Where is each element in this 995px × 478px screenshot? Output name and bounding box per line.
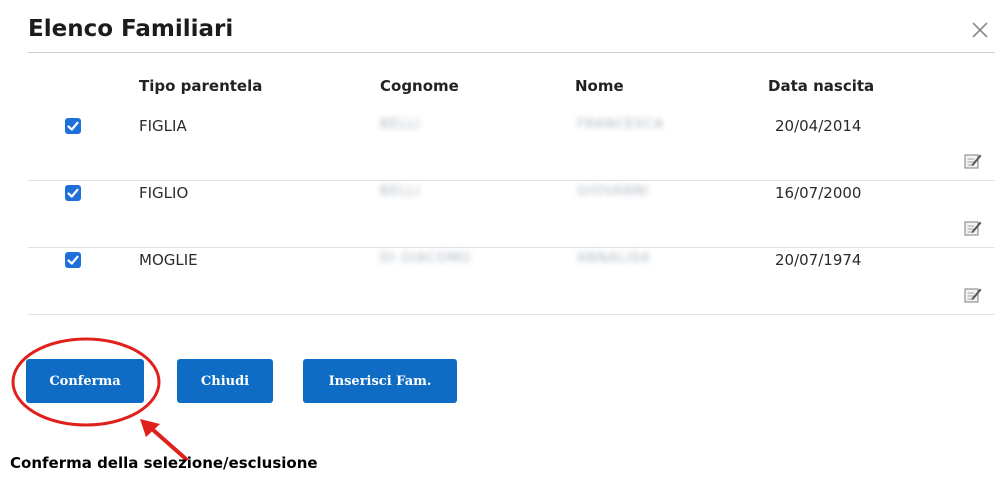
- cell-relation: FIGLIO: [139, 184, 189, 202]
- row-checkbox[interactable]: [65, 185, 81, 201]
- table-row: FIGLIA BELLI FRANCESCA 20/04/2014: [28, 114, 995, 181]
- header-relation: Tipo parentela: [139, 77, 263, 95]
- cell-relation: FIGLIA: [139, 117, 187, 135]
- header-birthdate: Data nascita: [768, 77, 875, 95]
- row-checkbox[interactable]: [65, 118, 81, 134]
- annotation-caption: Conferma della selezione/esclusione: [10, 454, 318, 472]
- header-surname: Cognome: [380, 77, 459, 95]
- check-icon: [67, 121, 79, 131]
- edit-icon[interactable]: [963, 218, 983, 238]
- table-row: MOGLIE DI GIACOMO ANNALISA 20/07/1974: [28, 248, 995, 315]
- table-row: FIGLIO BELLI GIOVANNI 16/07/2000: [28, 181, 995, 248]
- cell-name: ANNALISA: [577, 251, 651, 266]
- header-name: Nome: [575, 77, 624, 95]
- title-divider: [28, 52, 995, 53]
- close-icon[interactable]: [968, 18, 992, 42]
- insert-family-button[interactable]: Inserisci Fam.: [303, 359, 457, 403]
- close-button[interactable]: Chiudi: [177, 359, 273, 403]
- cell-name: GIOVANNI: [577, 184, 650, 199]
- cell-surname: BELLI: [380, 117, 421, 132]
- check-icon: [67, 188, 79, 198]
- row-divider: [28, 314, 995, 315]
- cell-relation: MOGLIE: [139, 251, 198, 269]
- cell-name: FRANCESCA: [577, 117, 665, 132]
- dialog-title: Elenco Familiari: [28, 16, 234, 42]
- cell-surname: DI GIACOMO: [380, 251, 472, 266]
- edit-icon[interactable]: [963, 285, 983, 305]
- cell-birthdate: 16/07/2000: [775, 184, 862, 202]
- cell-birthdate: 20/04/2014: [775, 117, 862, 135]
- cell-surname: BELLI: [380, 184, 421, 199]
- edit-icon[interactable]: [963, 151, 983, 171]
- check-icon: [67, 255, 79, 265]
- row-checkbox[interactable]: [65, 252, 81, 268]
- cell-birthdate: 20/07/1974: [775, 251, 862, 269]
